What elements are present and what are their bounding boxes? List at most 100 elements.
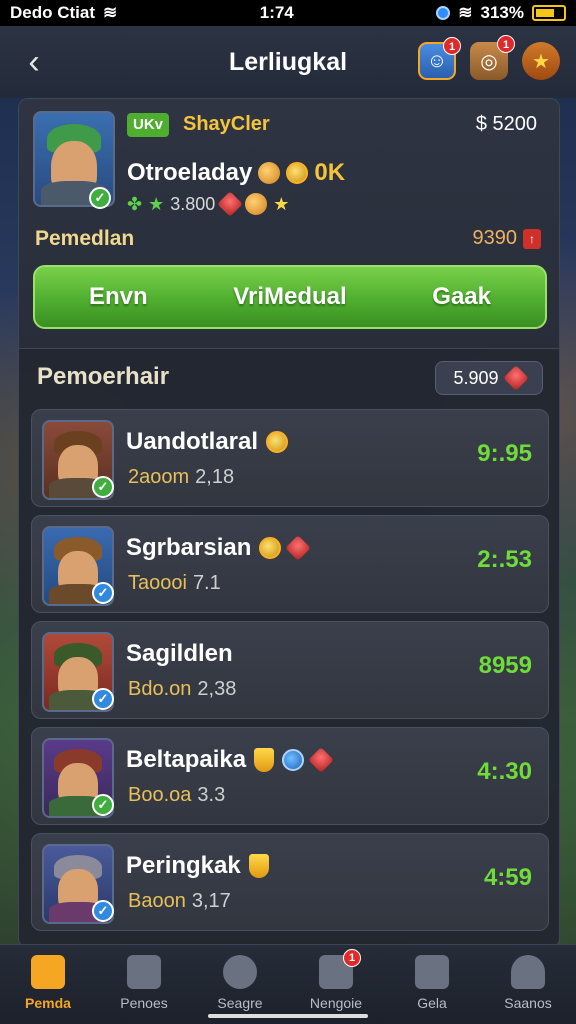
- section-filter[interactable]: 5.909: [435, 361, 543, 395]
- nav-label: Saanos: [504, 995, 552, 1011]
- rewards-button[interactable]: ◎ 1: [470, 35, 515, 80]
- coin-icon: [245, 193, 268, 215]
- nav-item-shop[interactable]: Penoes: [99, 955, 189, 1011]
- avatar-menu-button[interactable]: ☺ 1: [418, 37, 461, 80]
- row-sub-label: 2aoom: [128, 466, 190, 488]
- nav-label: Gela: [417, 995, 447, 1011]
- verified-check-icon: ✓: [92, 688, 114, 710]
- leaderboard-row[interactable]: ✓ Peringkak Baoon 3,17 4:59: [31, 833, 549, 931]
- nav-item-profile[interactable]: Saanos: [483, 955, 573, 1011]
- verified-check-icon: ✓: [92, 900, 114, 922]
- battery-icon: [531, 5, 566, 21]
- refresh-icon: [223, 955, 257, 989]
- row-name: Beltapaika: [126, 746, 247, 773]
- row-sub-label: Taoooi: [128, 572, 187, 594]
- row-name: Peringkak: [126, 852, 241, 879]
- row-score: 2:.53: [477, 546, 532, 573]
- wifi-icon: ≋: [458, 3, 473, 22]
- star-icon: ★: [532, 50, 550, 73]
- coin-icon: [259, 537, 282, 559]
- shield-icon: [254, 748, 275, 772]
- notification-badge: 1: [497, 35, 515, 53]
- header: ‹ Lerliugkal ☺ 1 ◎ 1 ★: [0, 26, 576, 98]
- player-tag: ShayCler: [183, 113, 270, 135]
- coin-icon: [258, 162, 281, 184]
- bottom-nav: Pemda Penoes Seagre 1 Nengoie Gela Saano…: [0, 944, 576, 1024]
- action-bar: Envn VriMedual Gaak: [33, 265, 547, 329]
- location-icon: [436, 6, 451, 20]
- arrow-up-icon: ↑: [523, 228, 541, 249]
- player-name-text: Otroeladay: [127, 159, 253, 186]
- row-sub-label: Baoon: [128, 890, 186, 912]
- row-sub-label: Boo.oa: [128, 784, 192, 806]
- shop-icon: [127, 955, 161, 989]
- row-sub-value: 2,18: [195, 466, 235, 488]
- star-icon: ★: [148, 193, 165, 214]
- leaderboard-panel: ✓ UKv ShayCler $ 5200 Otroeladay 0K ✤ ★ …: [18, 98, 560, 948]
- sapphire-icon: [282, 749, 305, 771]
- ruby-icon: [217, 191, 244, 217]
- nav-item-home[interactable]: Pemda: [3, 955, 93, 1011]
- player-name: Otroeladay 0K: [127, 159, 345, 187]
- action-right-button[interactable]: Gaak: [432, 283, 491, 311]
- medal-icon: [286, 162, 309, 184]
- nav-label: Seagre: [217, 995, 263, 1011]
- level-value: 9390 ↑: [472, 227, 541, 250]
- clover-icon: ✤: [127, 193, 143, 214]
- row-sub-label: Bdo.on: [128, 678, 192, 700]
- notification-badge: 1: [443, 37, 461, 55]
- home-icon: [31, 955, 65, 989]
- verified-check-icon: ✓: [92, 582, 114, 604]
- character-icon: ☺: [426, 49, 448, 72]
- star-icon: ★: [273, 193, 290, 214]
- row-sub-value: 2,38: [197, 678, 237, 700]
- player-stats: ✤ ★ 3.800 ★: [127, 191, 290, 217]
- row-name: Uandotlaral: [126, 428, 259, 455]
- nav-item-inbox[interactable]: 1 Nengoie: [291, 949, 381, 1011]
- shield-icon: [248, 854, 269, 878]
- guild-icon: [415, 955, 449, 989]
- level-badge: UKv: [127, 113, 170, 137]
- section-title: Pemoerhair: [37, 363, 170, 390]
- ruby-icon: [308, 747, 334, 773]
- leaderboard-row[interactable]: ✓ Uandotlaral 2aoom 2,18 9:.95: [31, 409, 549, 507]
- leaderboard-row[interactable]: ✓ Sgrbarsian Taoooi 7.1 2:.53: [31, 515, 549, 613]
- nav-label: Nengoie: [309, 995, 363, 1011]
- ruby-icon: [285, 535, 312, 561]
- row-sub-value: 7.1: [192, 572, 221, 594]
- carrier-label: Dedo Ctiat: [10, 3, 95, 22]
- favorites-button[interactable]: ★: [522, 42, 560, 80]
- row-sub-value: 3.3: [197, 784, 226, 806]
- action-center-button[interactable]: VriMedual: [233, 283, 346, 311]
- level-value-text: 9390: [472, 227, 518, 249]
- row-score: 8959: [478, 652, 532, 679]
- nav-label: Penoes: [120, 995, 168, 1011]
- battery-percent: 313%: [480, 3, 524, 22]
- heart-icon: [502, 365, 529, 391]
- level-label: Pemedlan: [35, 227, 135, 250]
- stats-value: 3.800: [170, 193, 216, 214]
- leaderboard-row[interactable]: ✓ Sagildlen Bdo.on 2,38 8959: [31, 621, 549, 719]
- leaderboard-row[interactable]: ✓ Beltapaika Boo.oa 3.3 4:.30: [31, 727, 549, 825]
- page-title: Lerliugkal: [228, 47, 348, 76]
- back-button[interactable]: ‹: [18, 44, 50, 80]
- row-score: 4:59: [483, 864, 532, 891]
- profile-icon: [511, 955, 545, 989]
- notification-badge: 1: [343, 949, 361, 967]
- row-name: Sagildlen: [126, 640, 233, 667]
- home-indicator: [208, 1014, 368, 1018]
- verified-check-icon: ✓: [92, 476, 114, 498]
- trophy-icon: [266, 431, 289, 453]
- nav-item-refresh[interactable]: Seagre: [195, 955, 285, 1011]
- row-score: 9:.95: [477, 440, 532, 467]
- section-value-text: 5.909: [453, 367, 499, 388]
- row-sub-value: 3,17: [191, 890, 231, 912]
- balance-value: $ 5200: [475, 113, 537, 135]
- nav-item-guild[interactable]: Gela: [387, 955, 477, 1011]
- gift-icon: ◎: [480, 50, 498, 73]
- player-name-suffix: 0K: [314, 159, 346, 186]
- clock: 1:74: [259, 3, 294, 22]
- action-left-button[interactable]: Envn: [89, 283, 148, 311]
- nav-label: Pemda: [25, 995, 71, 1011]
- row-score: 4:.30: [477, 758, 532, 785]
